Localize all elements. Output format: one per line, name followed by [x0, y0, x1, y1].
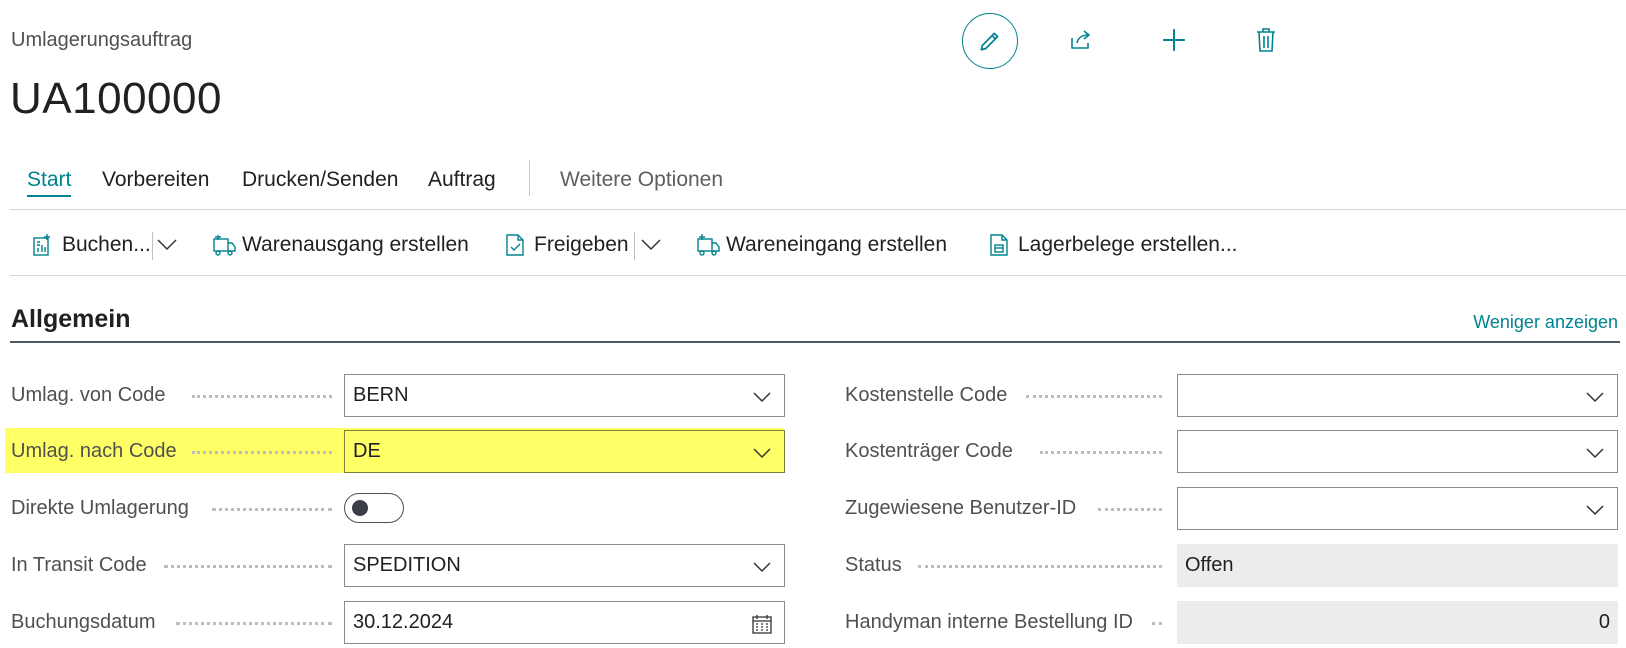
field-label-status: Status — [845, 553, 902, 576]
post-split-divider — [152, 232, 153, 260]
chevron-down-icon — [157, 239, 177, 251]
leader-dots — [176, 622, 332, 625]
field-label-in-transit: In Transit Code — [11, 553, 147, 576]
action-bar: Buchen... Warenausgang erstellen Freigeb… — [0, 220, 1626, 270]
status-field: Offen — [1177, 544, 1618, 587]
create-shipment-button[interactable]: Warenausgang erstellen — [212, 230, 469, 260]
toggle-knob — [352, 500, 368, 516]
page-title: UA100000 — [10, 74, 222, 123]
chevron-down-icon — [641, 239, 661, 251]
umlag-von-code-field[interactable]: BERN — [344, 374, 785, 417]
kostentraeger-code-field[interactable] — [1177, 430, 1618, 473]
receipt-icon — [696, 232, 720, 258]
action-tabs: Start Vorbereiten Drucken/Senden Auftrag… — [0, 160, 1626, 200]
section-rule — [10, 341, 1620, 343]
shipment-icon — [212, 232, 236, 258]
post-button[interactable]: Buchen... — [32, 230, 151, 260]
release-button[interactable]: Freigeben — [504, 230, 629, 260]
tab-divider — [529, 160, 530, 196]
post-dropdown-button[interactable] — [156, 234, 178, 256]
chevron-down-icon[interactable] — [1585, 387, 1605, 407]
umlag-nach-code-value: DE — [353, 440, 381, 462]
trash-icon — [1257, 28, 1275, 52]
tab-start[interactable]: Start — [27, 168, 72, 197]
chevron-down-icon[interactable] — [1585, 500, 1605, 520]
release-icon — [504, 232, 528, 258]
umlag-von-code-value: BERN — [353, 384, 409, 406]
tab-weitere-optionen[interactable]: Weitere Optionen — [560, 168, 723, 192]
post-icon — [32, 232, 56, 258]
zugewiesene-benutzer-id-field[interactable] — [1177, 487, 1618, 530]
handyman-id-value: 0 — [1598, 611, 1610, 633]
leader-dots — [1152, 622, 1162, 625]
edit-button[interactable] — [962, 13, 1018, 69]
calendar-icon[interactable] — [752, 614, 772, 634]
field-label-umlag-von: Umlag. von Code — [11, 383, 166, 406]
release-split-divider — [634, 232, 635, 260]
buchungsdatum-value: 30.12.2024 — [353, 611, 454, 633]
leader-dots — [1040, 451, 1162, 454]
field-label-direkte-umlagerung: Direkte Umlagerung — [11, 496, 189, 519]
new-button[interactable] — [1156, 22, 1192, 58]
tab-drucken-senden[interactable]: Drucken/Senden — [242, 168, 398, 192]
release-dropdown-button[interactable] — [640, 234, 662, 256]
umlag-nach-code-field[interactable]: DE — [344, 430, 785, 473]
share-button[interactable] — [1063, 22, 1099, 58]
show-less-link[interactable]: Weniger anzeigen — [1473, 312, 1618, 333]
page-caption: Umlagerungsauftrag — [11, 29, 193, 51]
chevron-down-icon[interactable] — [752, 557, 772, 577]
field-label-umlag-nach: Umlag. nach Code — [11, 439, 177, 462]
tab-vorbereiten[interactable]: Vorbereiten — [102, 168, 209, 192]
leader-dots — [918, 565, 1162, 568]
direkte-umlagerung-toggle[interactable] — [344, 493, 404, 523]
tabs-divider — [10, 209, 1626, 210]
release-label: Freigeben — [534, 233, 629, 256]
buchungsdatum-field[interactable]: 30.12.2024 — [344, 601, 785, 644]
field-label-buchungsdatum: Buchungsdatum — [11, 610, 156, 633]
create-receipt-label: Wareneingang erstellen — [726, 233, 948, 256]
field-label-benutzer-id: Zugewiesene Benutzer-ID — [845, 496, 1077, 519]
field-label-kostenstelle: Kostenstelle Code — [845, 383, 1008, 406]
create-shipment-label: Warenausgang erstellen — [242, 233, 469, 256]
create-warehouse-docs-label: Lagerbelege erstellen... — [1018, 233, 1238, 256]
leader-dots — [192, 395, 332, 398]
in-transit-code-value: SPEDITION — [353, 554, 461, 576]
leader-dots — [164, 565, 332, 568]
chevron-down-icon[interactable] — [752, 443, 772, 463]
actions-divider — [10, 275, 1626, 276]
handyman-id-field: 0 — [1177, 601, 1618, 644]
kostenstelle-code-field[interactable] — [1177, 374, 1618, 417]
delete-button[interactable] — [1248, 22, 1284, 58]
leader-dots — [1098, 508, 1162, 511]
status-value: Offen — [1185, 554, 1234, 576]
leader-dots — [192, 451, 332, 454]
create-warehouse-docs-button[interactable]: Lagerbelege erstellen... — [988, 230, 1238, 260]
warehouse-docs-icon — [988, 232, 1012, 258]
chevron-down-icon[interactable] — [1585, 443, 1605, 463]
plus-icon — [1163, 29, 1185, 51]
post-label: Buchen... — [62, 233, 151, 256]
tab-auftrag[interactable]: Auftrag — [428, 168, 496, 192]
field-label-handyman-id: Handyman interne Bestellung ID — [845, 610, 1133, 633]
leader-dots — [212, 508, 332, 511]
field-label-kostentraeger: Kostenträger Code — [845, 439, 1013, 462]
pencil-icon — [980, 32, 999, 51]
in-transit-code-field[interactable]: SPEDITION — [344, 544, 785, 587]
share-icon — [1071, 30, 1090, 49]
create-receipt-button[interactable]: Wareneingang erstellen — [696, 230, 947, 260]
leader-dots — [1026, 395, 1162, 398]
section-title: Allgemein — [11, 305, 131, 333]
chevron-down-icon[interactable] — [752, 387, 772, 407]
